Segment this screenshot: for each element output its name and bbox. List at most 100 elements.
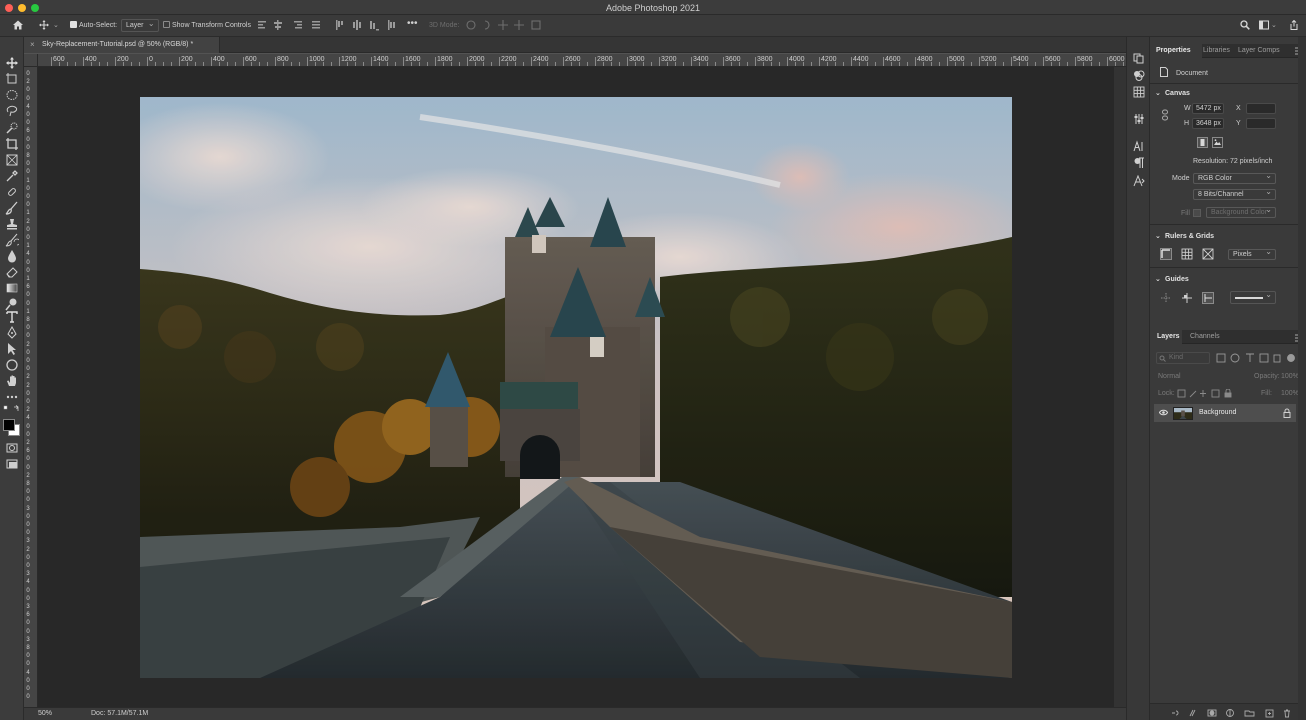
tab-channels[interactable]: Channels (1190, 333, 1220, 340)
clone-stamp-tool-icon[interactable] (5, 217, 19, 231)
ellipse-tool-icon[interactable] (5, 358, 19, 372)
preset-chevron-icon[interactable]: ⌄ (53, 20, 59, 32)
foreground-color-swatch[interactable] (3, 419, 15, 431)
layer-name[interactable]: Background (1199, 409, 1236, 416)
dodge-tool-icon[interactable] (5, 297, 19, 311)
quick-mask-icon[interactable] (5, 441, 19, 455)
auto-select-target-select[interactable]: Layer (121, 18, 159, 32)
ruler-units-select[interactable]: Pixels (1228, 247, 1276, 260)
horizontal-ruler[interactable]: 600 400 200 0 200 400 600 800 1000 1200 1400 1600 18… (38, 54, 1126, 67)
landscape-orientation-icon[interactable] (1212, 137, 1223, 148)
grid-toggle-icon[interactable] (1181, 248, 1193, 260)
portrait-orientation-icon[interactable] (1197, 137, 1208, 148)
ruler-h-minor-tick (579, 62, 580, 66)
spot-healing-brush-tool-icon[interactable] (5, 185, 19, 199)
crop-tool-icon[interactable] (5, 137, 19, 151)
history-brush-tool-icon[interactable] (5, 233, 19, 247)
panel-scrollbar[interactable] (1298, 37, 1306, 720)
opacity-value[interactable]: 100% (1281, 373, 1299, 380)
layer-visibility-eye-icon[interactable] (1159, 409, 1168, 416)
guides-toggle[interactable]: ⌄ (1155, 275, 1161, 283)
ruler-origin[interactable] (24, 54, 38, 67)
tab-layer-comps[interactable]: Layer Comps (1238, 47, 1280, 54)
gradient-tool-icon[interactable] (5, 281, 19, 295)
height-input[interactable]: 3648 px (1192, 118, 1224, 129)
more-options-icon[interactable]: ••• (407, 18, 418, 30)
show-transform-controls-checkbox[interactable] (163, 21, 170, 28)
move-tool-preset-icon[interactable] (39, 20, 49, 30)
tab-layers[interactable]: Layers (1157, 333, 1180, 340)
layer-actions-icons[interactable] (1170, 708, 1296, 718)
width-input[interactable]: 5472 px (1192, 103, 1224, 114)
fill-opacity-value[interactable]: 100% (1281, 390, 1299, 397)
vertical-ruler[interactable]: 0200400600800100012001400160018002000220… (24, 67, 38, 707)
fill-color-swatch[interactable] (1193, 209, 1201, 217)
align-distribute-icons[interactable] (258, 19, 398, 31)
ruler-h-minor-tick (1091, 62, 1092, 66)
character-icon[interactable] (1133, 140, 1145, 152)
type-tool-icon[interactable] (5, 310, 19, 324)
blur-tool-icon[interactable] (5, 249, 19, 263)
layer-lock-icon[interactable] (1283, 408, 1291, 418)
elliptical-marquee-tool-icon[interactable] (5, 88, 19, 102)
eraser-tool-icon[interactable] (5, 265, 19, 279)
quick-selection-tool-icon[interactable] (5, 121, 19, 135)
blend-mode-select[interactable]: Normal (1158, 373, 1181, 380)
canvas-area[interactable] (38, 67, 1114, 707)
color-mode-select[interactable]: RGB Color (1193, 171, 1276, 184)
path-selection-tool-icon[interactable] (5, 342, 19, 356)
learn-icon[interactable] (1133, 52, 1145, 64)
canvas-section-toggle[interactable]: ⌄ (1155, 89, 1161, 97)
rulers-toggle-icon[interactable] (1160, 248, 1172, 260)
document-size[interactable]: Doc: 57.1M/57.1M (91, 710, 148, 717)
move-tool-icon[interactable] (5, 56, 19, 70)
ruler-h-tick (371, 57, 372, 66)
search-icon[interactable] (1240, 20, 1250, 30)
lock-options-icons[interactable] (1177, 389, 1237, 398)
ruler-v-label: 0 (26, 267, 30, 274)
y-input[interactable] (1246, 118, 1276, 129)
close-document-icon[interactable]: × (30, 40, 35, 49)
fill-select[interactable]: Background Color (1206, 205, 1276, 218)
guide-color-select[interactable]: ⌄ (1230, 290, 1276, 304)
tab-properties[interactable]: Properties (1156, 47, 1191, 54)
link-dimensions-icon[interactable] (1161, 109, 1169, 121)
pen-tool-icon[interactable] (5, 326, 19, 340)
default-swap-colors-icon[interactable] (3, 405, 21, 417)
adjustments-icon[interactable] (1133, 113, 1145, 125)
frame-tool-icon[interactable] (5, 153, 19, 167)
lock-guides-icon[interactable] (1202, 292, 1214, 304)
color-icon[interactable] (1133, 69, 1145, 81)
document-tab[interactable]: × Sky-Replacement-Tutorial.psd @ 50% (RG… (24, 37, 220, 53)
zoom-level[interactable]: 50% (38, 710, 52, 717)
swatches-icon[interactable] (1133, 86, 1145, 98)
glyphs-icon[interactable] (1133, 175, 1145, 187)
bit-depth-select[interactable]: 8 Bits/Channel (1193, 187, 1276, 200)
brush-tool-icon[interactable] (5, 201, 19, 215)
auto-select-checkbox[interactable] (70, 21, 77, 28)
share-icon[interactable] (1289, 20, 1299, 30)
pixel-grid-toggle-icon[interactable] (1202, 248, 1214, 260)
layer-filter-icons[interactable] (1216, 353, 1296, 363)
guides-toggle-icon[interactable] (1160, 292, 1172, 304)
tab-libraries[interactable]: Libraries (1203, 47, 1230, 54)
artboard-tool-icon[interactable] (5, 72, 19, 86)
3d-mode-icons[interactable] (465, 19, 541, 31)
layer-row[interactable]: Background (1154, 404, 1296, 422)
paragraph-icon[interactable] (1133, 157, 1145, 169)
smart-guides-icon[interactable] (1181, 292, 1193, 304)
rulers-grids-toggle[interactable]: ⌄ (1155, 232, 1161, 240)
document-image[interactable] (140, 97, 1012, 678)
canvas-vertical-scrollbar[interactable] (1114, 67, 1126, 707)
x-input[interactable] (1246, 103, 1276, 114)
home-icon[interactable] (12, 19, 24, 31)
eyedropper-tool-icon[interactable] (5, 169, 19, 183)
hand-tool-icon[interactable] (5, 374, 19, 388)
layer-filter-select[interactable]: Kind (1156, 352, 1210, 364)
ruler-h-minor-tick (203, 62, 204, 66)
edit-toolbar-icon[interactable] (5, 390, 19, 404)
lasso-tool-icon[interactable] (5, 104, 19, 118)
workspace-icon[interactable] (1259, 20, 1269, 30)
screen-mode-icon[interactable] (5, 457, 19, 471)
workspace-chevron-icon[interactable]: ⌄ (1271, 20, 1277, 32)
